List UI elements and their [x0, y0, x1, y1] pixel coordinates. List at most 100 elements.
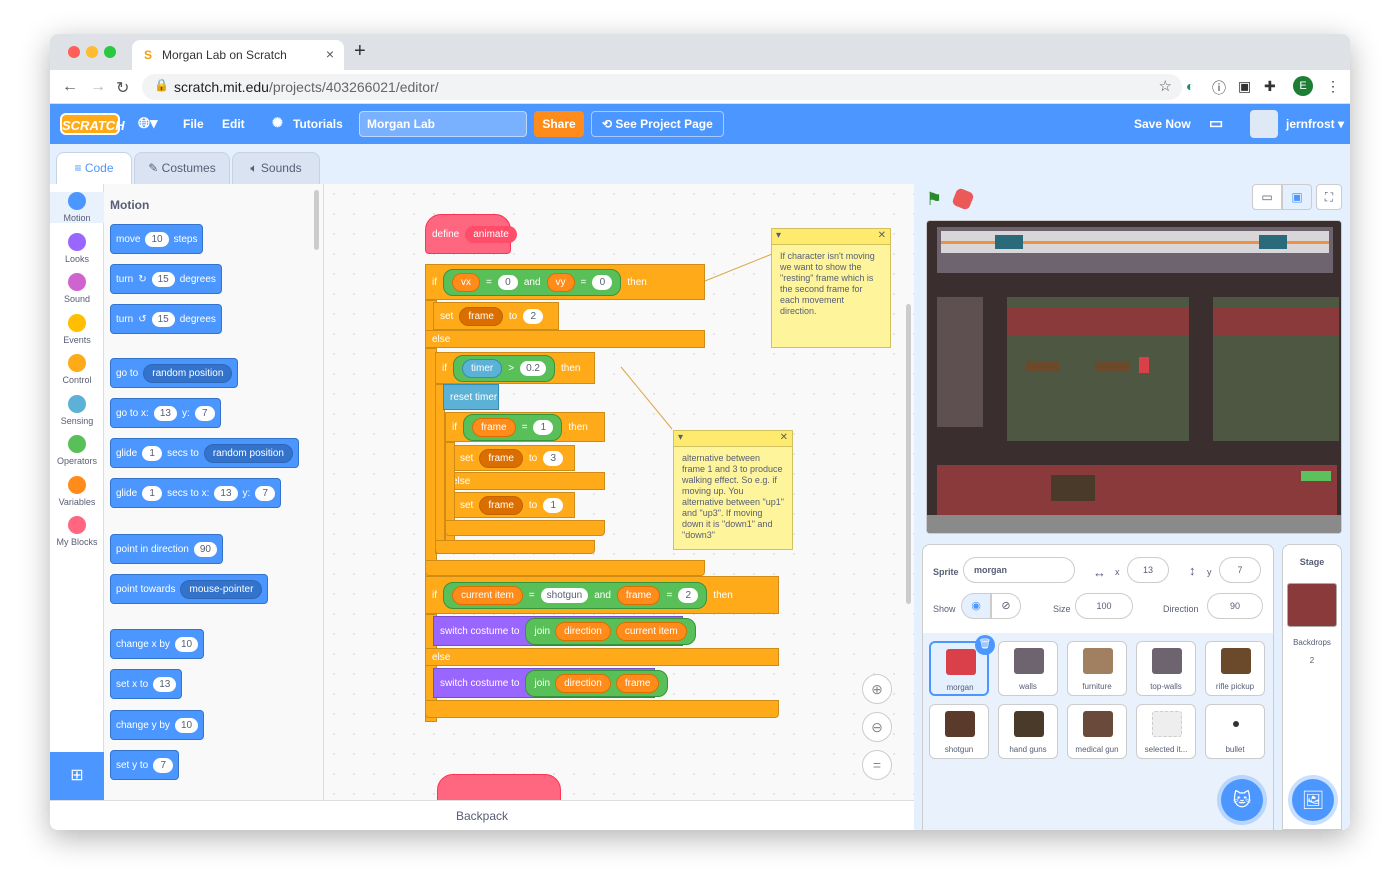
direction-input[interactable]: 90: [1207, 593, 1263, 619]
go-to-xy-block[interactable]: go to x: 13 y: 7: [110, 398, 221, 428]
category-label: Operators: [56, 456, 98, 466]
language-globe-icon[interactable]: 🌐︎▾: [138, 114, 158, 132]
change-x-block[interactable]: change x by 10: [110, 629, 205, 659]
move-steps-block[interactable]: move 10 steps: [110, 224, 204, 254]
scratch-logo[interactable]: SCRATCH: [60, 113, 125, 135]
username-menu[interactable]: jernfrost ▾: [1286, 117, 1344, 131]
choose-sprite-icon[interactable]: 🐱︎: [1221, 779, 1263, 821]
collapse-icon[interactable]: ▾: [776, 230, 781, 241]
delete-sprite-icon[interactable]: 🗑︎: [975, 635, 995, 655]
y-input[interactable]: 7: [1219, 557, 1261, 583]
close-window-button[interactable]: [68, 46, 80, 58]
backpack-bar[interactable]: Backpack: [50, 800, 914, 830]
x-input[interactable]: 13: [1127, 557, 1169, 583]
comment-note-walking[interactable]: ▾ ✕ alternative between frame 1 and 3 to p…: [673, 430, 793, 550]
script-workspace[interactable]: define animate if vx = 0 and vy = 0 then set frame…: [324, 184, 914, 800]
zoom-in-icon[interactable]: ⊕: [862, 674, 892, 704]
choose-backdrop-icon[interactable]: 🖼︎: [1292, 779, 1334, 821]
category-motion[interactable]: Motion: [50, 192, 104, 223]
minimize-window-button[interactable]: [86, 46, 98, 58]
sprite-tile[interactable]: shotgun: [929, 704, 989, 759]
sprite-tile[interactable]: bullet: [1205, 704, 1265, 759]
sounds-tab-label: Sounds: [260, 161, 302, 175]
reload-icon[interactable]: ↻: [116, 78, 129, 98]
url-field[interactable]: 🔒 scratch.mit.edu/projects/403266021/edi…: [142, 74, 1182, 100]
collapse-icon[interactable]: ▾: [678, 432, 683, 443]
close-note-icon[interactable]: ✕: [878, 230, 886, 241]
edit-menu[interactable]: Edit: [222, 117, 245, 131]
category-label: Control: [62, 375, 92, 385]
close-note-icon[interactable]: ✕: [780, 432, 788, 443]
tutorials-menu[interactable]: Tutorials: [293, 117, 343, 131]
category-sensing[interactable]: Sensing: [50, 394, 104, 426]
palette-scrollbar[interactable]: [314, 190, 319, 250]
extension-icon[interactable]: ◐: [1186, 78, 1194, 94]
profile-avatar[interactable]: E: [1293, 76, 1313, 96]
stage-selector[interactable]: Stage Backdrops 2 🖼︎: [1282, 544, 1342, 830]
password-extension-icon[interactable]: ▣: [1238, 78, 1251, 95]
category-events[interactable]: Events: [50, 313, 104, 345]
glide-xy-block[interactable]: glide 1 secs to x: 13 y: 7: [110, 478, 282, 508]
sprite-tile[interactable]: medical gun: [1067, 704, 1127, 759]
category-my-blocks[interactable]: My Blocks: [50, 516, 104, 547]
tab-code[interactable]: ≡ Code: [56, 152, 132, 184]
comment-note-resting[interactable]: ▾ ✕ If character isn't moving we want to s…: [771, 228, 891, 348]
point-towards-block[interactable]: point towards mouse-pointer: [110, 574, 269, 604]
bookmark-star-icon[interactable]: ☆: [1159, 77, 1172, 95]
turn-left-block[interactable]: turn ↺ 15 degrees: [110, 304, 222, 334]
category-sound[interactable]: Sound: [50, 273, 104, 304]
tab-costumes[interactable]: ✎ Costumes: [134, 152, 230, 184]
change-y-block[interactable]: change y by 10: [110, 710, 205, 740]
back-icon[interactable]: ←: [62, 78, 78, 96]
stage-canvas[interactable]: [926, 220, 1342, 534]
my-stuff-folder-icon[interactable]: ▭: [1209, 114, 1223, 132]
go-to-block[interactable]: go to random position: [110, 358, 239, 388]
large-stage-icon[interactable]: ▣: [1282, 184, 1312, 210]
hide-eye-icon[interactable]: ⊘: [991, 593, 1021, 619]
forward-icon[interactable]: →: [90, 78, 106, 96]
sprite-name-input[interactable]: morgan: [963, 557, 1075, 583]
block-text: secs to x:: [167, 487, 210, 499]
category-operators[interactable]: Operators: [50, 435, 104, 466]
size-input[interactable]: 100: [1075, 593, 1133, 619]
point-direction-block[interactable]: point in direction 90: [110, 534, 223, 564]
project-title-input[interactable]: Morgan Lab: [359, 111, 527, 137]
share-button[interactable]: Share: [534, 111, 584, 137]
set-x-block[interactable]: set x to 13: [110, 669, 183, 699]
zoom-out-icon[interactable]: ⊖: [862, 712, 892, 742]
sprite-tile[interactable]: hand guns: [998, 704, 1058, 759]
browser-tab[interactable]: S Morgan Lab on Scratch ×: [132, 40, 344, 70]
see-project-page-button[interactable]: ⟲ See Project Page: [591, 111, 724, 137]
category-variables[interactable]: Variables: [50, 475, 104, 507]
green-flag-icon[interactable]: ⚑: [926, 189, 942, 210]
glide-block[interactable]: glide 1 secs to random position: [110, 438, 299, 468]
small-stage-icon[interactable]: ▭: [1252, 184, 1282, 210]
sprite-tile[interactable]: walls: [998, 641, 1058, 696]
set-y-block[interactable]: set y to 7: [110, 750, 180, 780]
sprite-tile[interactable]: morgan 🗑︎: [929, 635, 995, 696]
add-extension-icon[interactable]: ⊞: [50, 752, 104, 800]
show-visible-eye-icon[interactable]: ◉: [961, 593, 991, 619]
sprite-tile[interactable]: selected it...: [1136, 704, 1196, 759]
turn-right-block[interactable]: turn ↻ 15 degrees: [110, 264, 222, 294]
new-tab-button[interactable]: +: [354, 40, 366, 63]
category-control[interactable]: Control: [50, 354, 104, 385]
fullscreen-icon[interactable]: ⛶: [1316, 184, 1342, 210]
stop-sign-icon[interactable]: [951, 187, 975, 211]
tab-sounds[interactable]: 🔈︎ Sounds: [232, 152, 320, 184]
save-now-button[interactable]: Save Now: [1134, 117, 1191, 131]
sprite-tile[interactable]: rifle pickup: [1205, 641, 1265, 696]
workspace-scrollbar[interactable]: [906, 304, 911, 604]
info-extension-icon[interactable]: ⓘ: [1212, 78, 1226, 98]
maximize-window-button[interactable]: [104, 46, 116, 58]
file-menu[interactable]: File: [183, 117, 204, 131]
sprite-tile[interactable]: furniture: [1067, 641, 1127, 696]
puzzle-icon[interactable]: ✚: [1264, 78, 1276, 95]
more-menu-icon[interactable]: ⋮: [1326, 78, 1340, 95]
close-tab-icon[interactable]: ×: [326, 46, 334, 62]
zoom-reset-icon[interactable]: =: [862, 750, 892, 780]
sprite-tile[interactable]: top-walls: [1136, 641, 1196, 696]
user-avatar[interactable]: [1250, 110, 1278, 138]
see-project-icon: ⟲: [602, 117, 616, 131]
category-looks[interactable]: Looks: [50, 232, 104, 264]
